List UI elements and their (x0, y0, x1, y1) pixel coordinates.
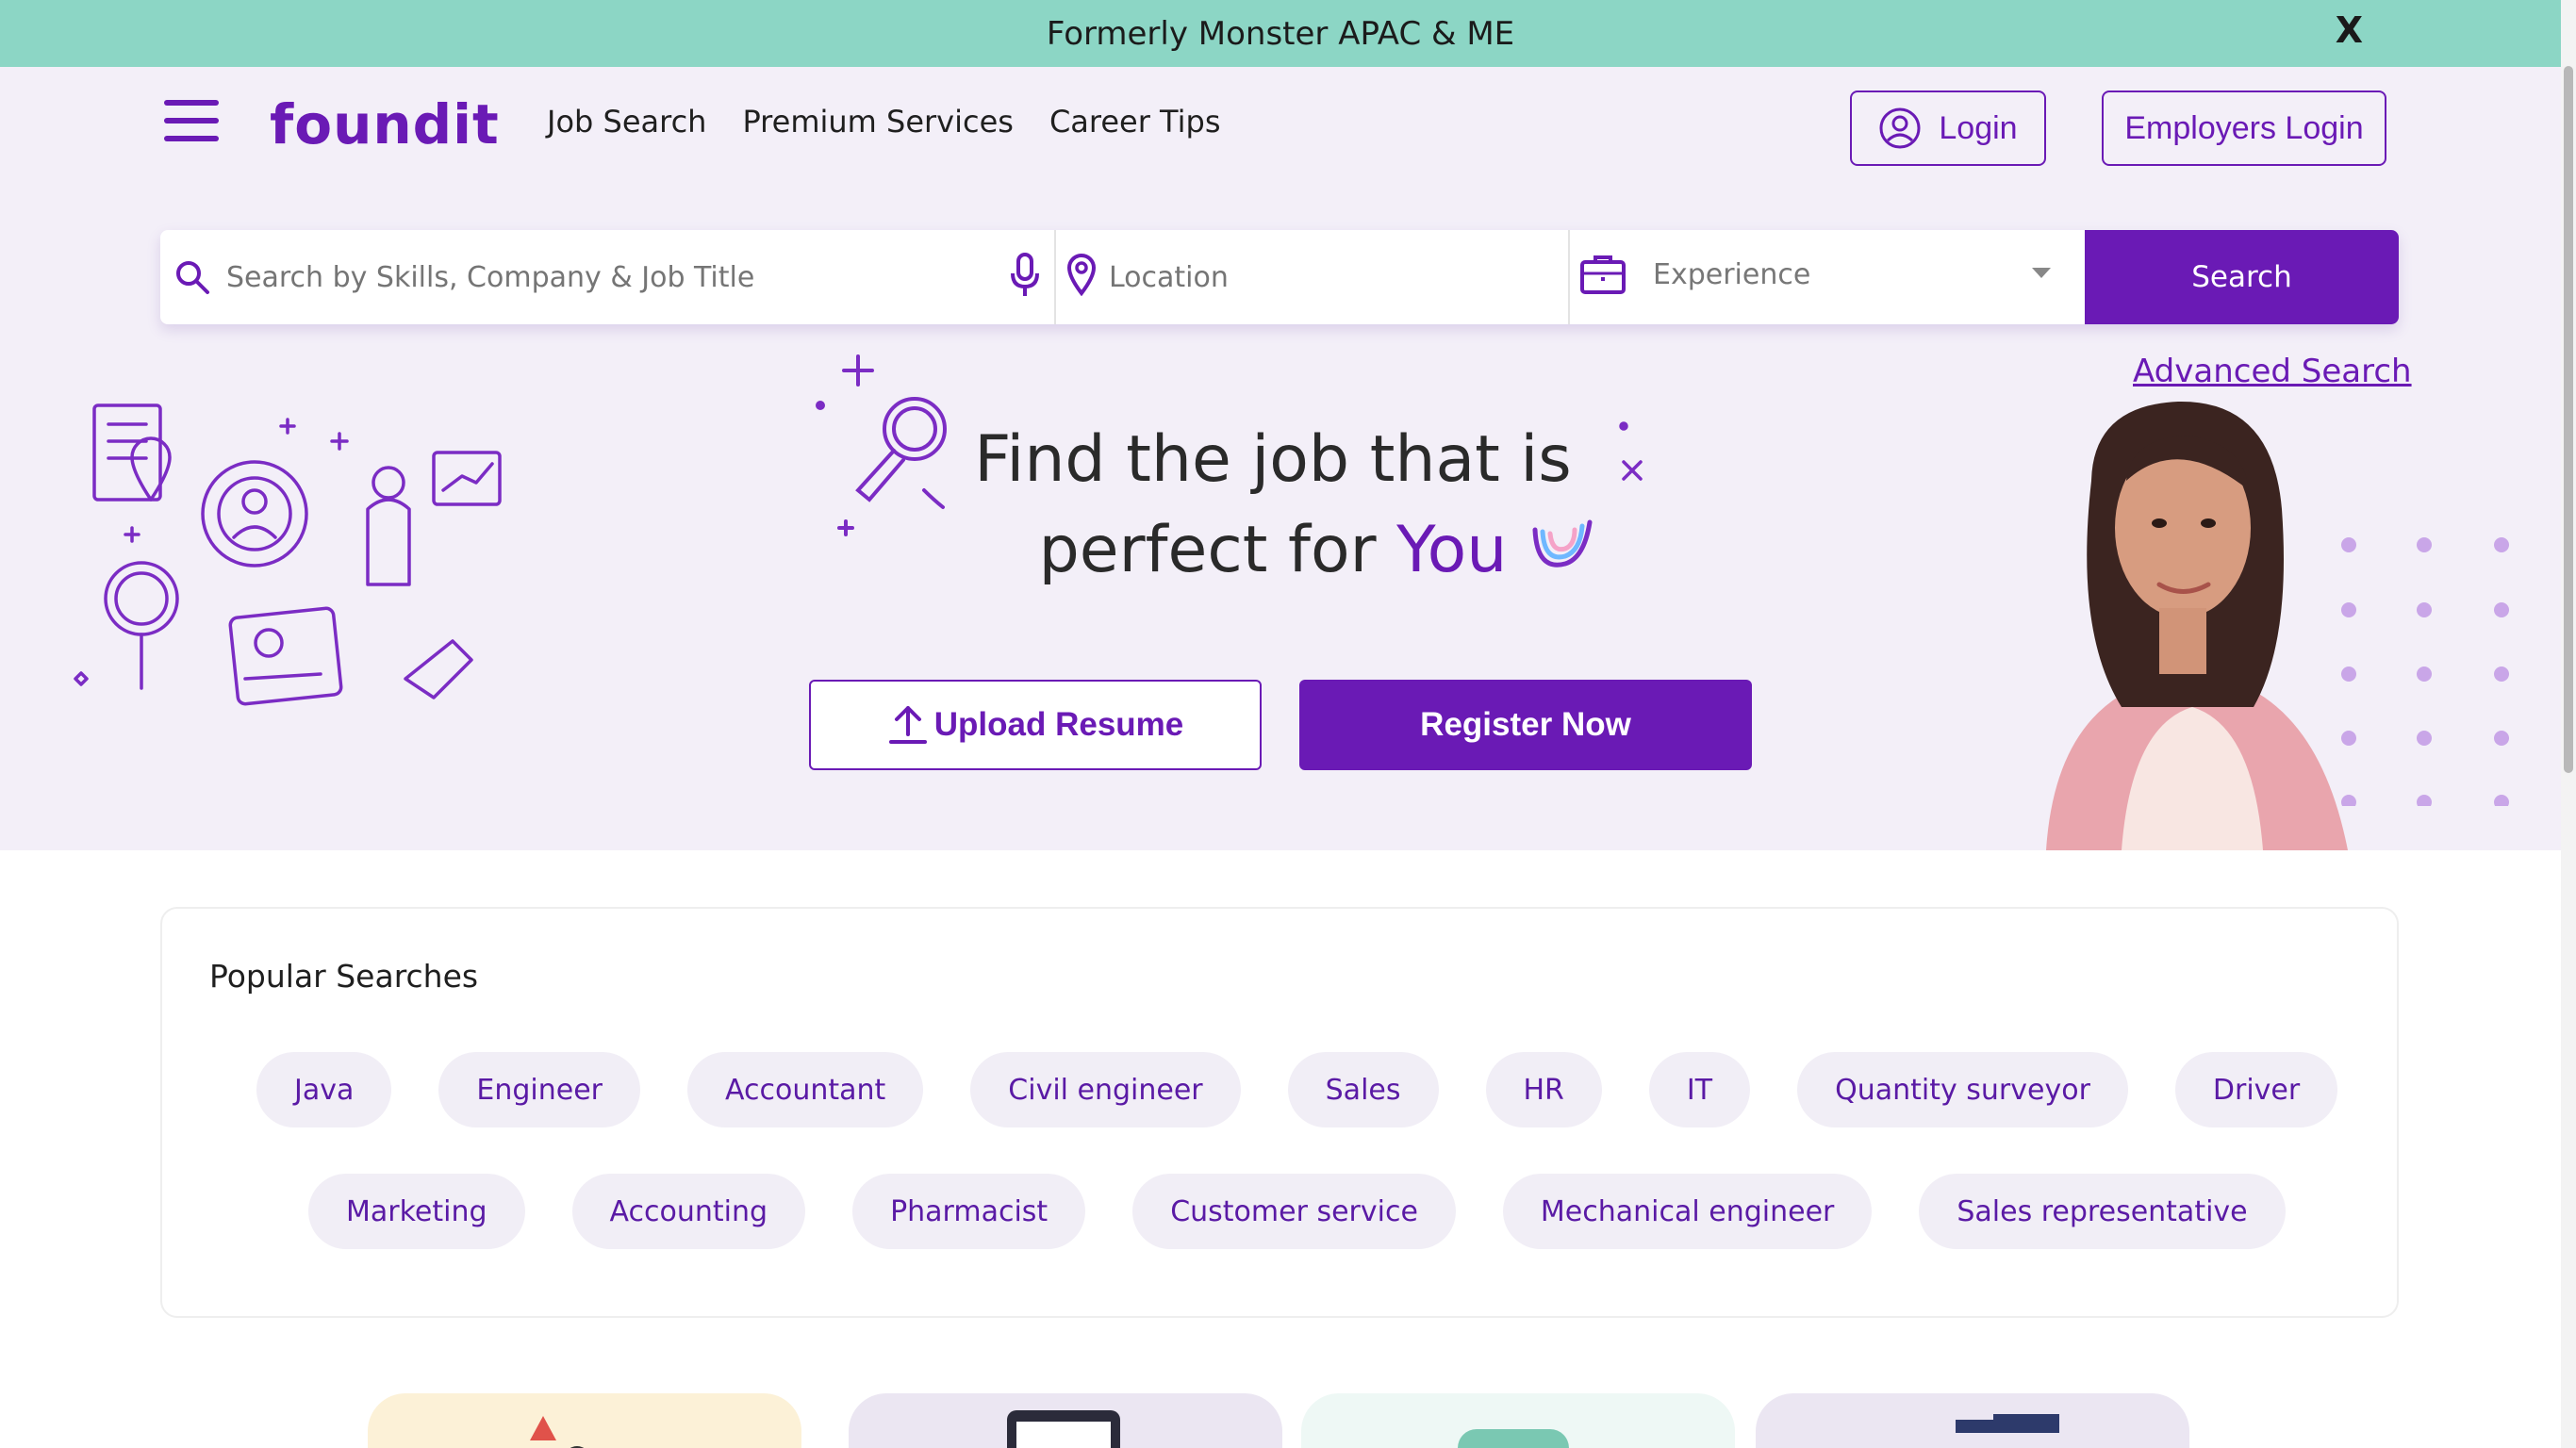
warning-icon (530, 1416, 585, 1448)
chip-customer-service[interactable]: Customer service (1132, 1174, 1456, 1249)
hero-heading-line1: Find the job that is (974, 422, 1572, 497)
chip-marketing[interactable]: Marketing (308, 1174, 525, 1249)
nav-premium-services[interactable]: Premium Services (742, 104, 1014, 140)
job-search-illustration (74, 403, 502, 706)
logo[interactable]: foundit (270, 92, 500, 156)
briefcase-icon (1580, 255, 1626, 294)
chip-java[interactable]: Java (256, 1052, 392, 1127)
chip-hr[interactable]: HR (1485, 1052, 1602, 1127)
employers-login-button[interactable]: Employers Login (2102, 90, 2386, 166)
feature-card-4[interactable] (1756, 1393, 2189, 1448)
experience-value: Experience (1653, 258, 1811, 291)
top-banner: Formerly Monster APAC & ME X (0, 0, 2561, 67)
skills-field (160, 230, 1056, 324)
register-now-button[interactable]: Register Now (1299, 680, 1752, 770)
location-field (1056, 230, 1570, 324)
close-icon[interactable]: X (2336, 9, 2363, 51)
chip-driver[interactable]: Driver (2174, 1052, 2338, 1127)
popular-row-1: Java Engineer Accountant Civil engineer … (256, 1052, 2338, 1127)
binoculars-icon (1956, 1414, 2059, 1433)
chip-it[interactable]: IT (1648, 1052, 1751, 1127)
dot-pattern (2341, 537, 2509, 806)
chip-engineer[interactable]: Engineer (438, 1052, 640, 1127)
popular-searches-title: Popular Searches (209, 958, 479, 995)
sparkle-icon (1619, 421, 1643, 481)
scrollbar-thumb[interactable] (2564, 66, 2573, 773)
banner-text: Formerly Monster APAC & ME (1046, 14, 1515, 53)
upload-resume-button[interactable]: Upload Resume (809, 680, 1262, 770)
chip-quantity-surveyor[interactable]: Quantity surveyor (1797, 1052, 2128, 1127)
skills-search-input[interactable] (226, 249, 971, 305)
page: Formerly Monster APAC & ME X foundit Job… (0, 0, 2576, 1448)
feature-card-3[interactable] (1301, 1393, 1735, 1448)
chip-sales[interactable]: Sales (1287, 1052, 1439, 1127)
feature-card-2[interactable] (849, 1393, 1282, 1448)
chat-icon (1458, 1429, 1569, 1448)
location-input[interactable] (1109, 249, 1543, 305)
search-icon (176, 261, 209, 294)
user-circle-icon (1879, 107, 1921, 149)
search-bar: Experience Search (160, 230, 2399, 324)
popular-row-2: Marketing Accounting Pharmacist Customer… (308, 1174, 2286, 1249)
chevron-down-icon (2032, 268, 2051, 278)
upload-resume-label: Upload Resume (933, 706, 1184, 743)
hero-heading-prefix: perfect for (1038, 513, 1397, 587)
rainbow-icon (1532, 519, 1593, 568)
login-label: Login (1939, 109, 2018, 146)
search-button[interactable]: Search (2085, 230, 2399, 324)
chip-civil-engineer[interactable]: Civil engineer (970, 1052, 1241, 1127)
woman-photo (2046, 401, 2348, 850)
login-button[interactable]: Login (1850, 90, 2046, 166)
mic-icon[interactable] (1009, 253, 1041, 300)
chip-accountant[interactable]: Accountant (686, 1052, 924, 1127)
chip-accounting[interactable]: Accounting (571, 1174, 806, 1249)
main-nav: Job Search Premium Services Career Tips (547, 104, 1220, 140)
phone-icon (1007, 1410, 1120, 1448)
upload-icon (888, 706, 927, 744)
chip-sales-representative[interactable]: Sales representative (1919, 1174, 2286, 1249)
feature-card-1[interactable] (368, 1393, 801, 1448)
experience-select[interactable]: Experience (1570, 230, 2085, 324)
chip-mechanical-engineer[interactable]: Mechanical engineer (1502, 1174, 1873, 1249)
nav-job-search[interactable]: Job Search (547, 104, 706, 140)
location-pin-icon (1066, 254, 1097, 296)
hero-heading-highlight: You (1396, 513, 1508, 587)
nav-career-tips[interactable]: Career Tips (1049, 104, 1221, 140)
chip-pharmacist[interactable]: Pharmacist (852, 1174, 1086, 1249)
advanced-search-link[interactable]: Advanced Search (2133, 353, 2412, 390)
menu-icon[interactable] (164, 100, 219, 141)
scrollbar[interactable] (2561, 0, 2576, 1448)
popular-searches: Popular Searches Java Engineer Accountan… (160, 907, 2399, 1318)
